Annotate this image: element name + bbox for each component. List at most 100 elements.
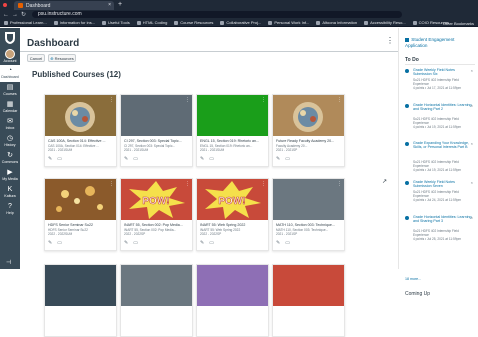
course-card-image[interactable]: ⋮ <box>197 95 268 136</box>
course-card[interactable]: ⋮ ENGL 15, Section 019: Rhetoric an... ENG… <box>196 94 269 167</box>
announcements-icon[interactable]: ✎ <box>200 241 204 246</box>
reload-icon[interactable]: ↻ <box>21 11 26 18</box>
bookmark-item[interactable]: Accessibility Reso... <box>364 20 406 25</box>
course-card-image[interactable]: ⋮ <box>273 95 344 136</box>
todo-title[interactable]: Grade Horizontal Identities: Learning an… <box>413 215 473 224</box>
bookmark-item[interactable]: Collaborative Proj... <box>220 20 261 25</box>
course-card-image[interactable] <box>121 265 192 306</box>
dismiss-icon[interactable]: × <box>471 103 473 108</box>
course-name[interactable]: MATH 110, Section 003: Technique... <box>276 223 343 227</box>
course-card[interactable] <box>120 264 193 337</box>
global-nav-commons[interactable]: ↻ Commons <box>0 150 20 167</box>
url-field[interactable]: psu.instructure.com <box>32 11 403 18</box>
course-name[interactable]: HDFS Senior Seminar Su22 <box>48 223 115 227</box>
dismiss-icon[interactable]: × <box>471 141 473 146</box>
card-options-icon[interactable]: ⋮ <box>185 181 190 187</box>
dismiss-icon[interactable]: × <box>471 180 473 185</box>
bookmark-item[interactable]: Useful Tools <box>102 20 130 25</box>
course-card-image[interactable]: POW! ⋮ <box>197 179 268 220</box>
global-nav-calendar[interactable]: ▦ Calendar <box>0 99 20 116</box>
discussions-icon[interactable]: ▭ <box>57 157 62 162</box>
tab-close-icon[interactable]: × <box>108 2 111 8</box>
todo-item[interactable]: Grade Horizontal Identities: Learning an… <box>405 215 477 247</box>
global-nav-account[interactable]: Account <box>0 48 20 65</box>
course-name[interactable]: CI 297, Section 003: Special Topic... <box>124 139 191 143</box>
course-card-image[interactable] <box>273 265 344 306</box>
course-card[interactable]: ⋮ CI 297, Section 003: Special Topic... CI… <box>120 94 193 167</box>
announcements-icon[interactable]: ✎ <box>124 241 128 246</box>
course-card[interactable]: POW! ⋮ INART 55: Web Spring 2022 INART 55: … <box>196 178 269 251</box>
global-nav-history[interactable]: ◷ History <box>0 133 20 150</box>
todo-more-link[interactable]: 18 more... <box>405 277 421 281</box>
new-tab-icon[interactable]: + <box>118 1 122 8</box>
announcements-icon[interactable]: ✎ <box>276 241 280 246</box>
psu-logo[interactable] <box>0 28 20 48</box>
global-nav-dashboard[interactable]: ◔ Dashboard <box>0 65 20 82</box>
discussions-icon[interactable]: ▭ <box>285 157 290 162</box>
other-bookmarks[interactable]: Other Bookmarks <box>443 21 474 26</box>
card-options-icon[interactable]: ⋮ <box>261 97 266 103</box>
bookmark-item[interactable]: Altoona Information <box>316 20 357 25</box>
card-options-icon[interactable]: ⋮ <box>261 181 266 187</box>
bookmark-item[interactable]: HTML Coding <box>136 20 167 25</box>
course-card[interactable] <box>196 264 269 337</box>
discussions-icon[interactable]: ▭ <box>285 241 290 246</box>
card-options-icon[interactable]: ⋮ <box>337 181 342 187</box>
todo-item[interactable]: Grade Weekly Field Notes Submission Seve… <box>405 180 477 212</box>
course-card-image[interactable] <box>45 265 116 306</box>
cancel-button[interactable]: Cancel <box>27 54 45 62</box>
card-options-icon[interactable]: ⋮ <box>185 97 190 103</box>
discussions-icon[interactable]: ▭ <box>209 157 214 162</box>
course-name[interactable]: CAS 100A, Section 014: Effective ... <box>48 139 115 143</box>
course-card[interactable] <box>44 264 117 337</box>
todo-item[interactable]: Grade Horizontal Identities: Learning an… <box>405 103 477 135</box>
bookmark-item[interactable]: Professional Learn... <box>4 20 47 25</box>
course-card-image[interactable]: ⋮ <box>45 179 116 220</box>
card-options-icon[interactable]: ⋮ <box>109 97 114 103</box>
course-name[interactable]: INART 55: Web Spring 2022 <box>200 223 267 227</box>
global-nav-inbox[interactable]: ✉ Inbox <box>0 116 20 133</box>
dashboard-options-icon[interactable]: ⋮ <box>386 36 394 45</box>
bookmark-item[interactable]: Information for ins... <box>53 20 95 25</box>
todo-item[interactable]: Grade Expanding Your Knowledge, Skills, … <box>405 141 477 173</box>
bookmark-item[interactable]: Course Resources <box>174 20 213 25</box>
course-card[interactable]: ⋮ MATH 110, Section 003: Technique... MATH… <box>272 178 345 251</box>
course-name[interactable]: ENGL 15, Section 019: Rhetoric an... <box>200 139 267 143</box>
resources-button[interactable]: ⊕ Resources <box>48 54 76 62</box>
course-name[interactable]: Future Ready Faculty Academy 20... <box>276 139 343 143</box>
global-nav-kaltura[interactable]: K Kaltura <box>0 184 20 201</box>
todo-title[interactable]: Grade Horizontal Identities: Learning an… <box>413 103 473 112</box>
discussions-icon[interactable]: ▭ <box>133 157 138 162</box>
announcements-icon[interactable]: ✎ <box>48 157 52 162</box>
announcements-icon[interactable]: ✎ <box>200 157 204 162</box>
todo-title[interactable]: Grade Weekly Field Notes Submission Six <box>413 68 473 77</box>
course-name[interactable]: INART 55, Section 002: Pop Media... <box>124 223 191 227</box>
window-close-dot[interactable] <box>3 3 7 7</box>
course-card-image[interactable]: ⋮ <box>45 95 116 136</box>
course-card[interactable]: ⋮ CAS 100A, Section 014: Effective ... CAS… <box>44 94 117 167</box>
global-nav-my-media[interactable]: ▶ My Media <box>0 167 20 184</box>
back-icon[interactable]: ← <box>3 12 9 18</box>
todo-title[interactable]: Grade Expanding Your Knowledge, Skills, … <box>413 141 473 150</box>
course-card[interactable]: ⋮ Future Ready Faculty Academy 20... Facul… <box>272 94 345 167</box>
course-card[interactable] <box>272 264 345 337</box>
course-card-image[interactable]: ⋮ <box>121 95 192 136</box>
global-nav-courses[interactable]: ▤ Courses <box>0 82 20 99</box>
todo-title[interactable]: Grade Weekly Field Notes Submission Seve… <box>413 180 473 189</box>
dismiss-icon[interactable]: × <box>471 215 473 220</box>
course-card-image[interactable]: POW! ⋮ <box>121 179 192 220</box>
bookmark-item[interactable]: Personal Work Inf... <box>268 20 309 25</box>
course-card[interactable]: ⋮ HDFS Senior Seminar Su22 HDFS Senior Sem… <box>44 178 117 251</box>
student-engagement-link[interactable]: Student Engagement Application <box>405 37 477 49</box>
card-options-icon[interactable]: ⋮ <box>109 181 114 187</box>
global-nav-help[interactable]: ? Help <box>0 201 20 218</box>
discussions-icon[interactable]: ▭ <box>133 241 138 246</box>
course-card[interactable]: POW! ⋮ INART 55, Section 002: Pop Media...… <box>120 178 193 251</box>
announcements-icon[interactable]: ✎ <box>124 157 128 162</box>
discussions-icon[interactable]: ▭ <box>57 241 62 246</box>
course-card-image[interactable]: ⋮ <box>273 179 344 220</box>
browser-tab[interactable]: Dashboard × <box>14 1 114 10</box>
announcements-icon[interactable]: ✎ <box>48 241 52 246</box>
todo-item[interactable]: Grade Weekly Field Notes Submission Six S… <box>405 68 477 100</box>
dismiss-icon[interactable]: × <box>471 68 473 73</box>
